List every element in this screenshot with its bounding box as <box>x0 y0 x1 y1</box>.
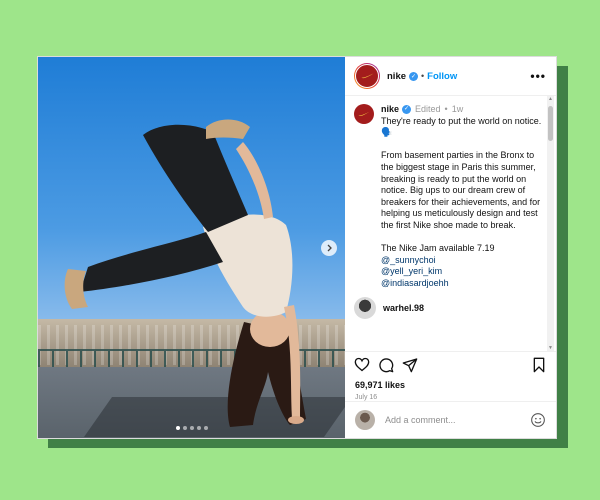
profile-avatar[interactable] <box>354 63 380 89</box>
comment-icon <box>379 357 394 372</box>
comment-username[interactable]: warhel.98 <box>383 303 424 313</box>
comment-input[interactable] <box>383 414 530 426</box>
caption-avatar[interactable] <box>354 104 374 124</box>
action-bar <box>345 351 556 377</box>
scroll-up-icon[interactable]: ▲ <box>547 96 554 102</box>
bookmark-icon <box>533 357 545 372</box>
follow-button[interactable]: Follow <box>427 71 457 82</box>
heart-icon <box>354 357 370 372</box>
mention-link[interactable]: @_sunnychoi <box>381 255 542 267</box>
post-sidebar: nike ✓ • Follow ••• nike ✓ Edited • 1w T… <box>345 57 556 438</box>
verified-badge-icon: ✓ <box>402 105 412 115</box>
mention-link[interactable]: @indiasardjoehh <box>381 278 542 290</box>
caption-availability: The Nike Jam available 7.19 <box>381 243 495 254</box>
carousel-dot <box>182 426 187 430</box>
instagram-post: nike ✓ • Follow ••• nike ✓ Edited • 1w T… <box>37 56 557 439</box>
carousel-indicator <box>38 426 345 430</box>
scroll-down-icon[interactable]: ▼ <box>547 345 554 351</box>
carousel-dot <box>203 426 208 430</box>
header-username[interactable]: nike <box>387 71 406 82</box>
comments-scrollbar[interactable]: ▲ ▼ <box>547 96 554 351</box>
like-button[interactable] <box>353 356 371 374</box>
share-button[interactable] <box>401 356 419 374</box>
send-icon <box>402 357 418 372</box>
next-slide-button[interactable] <box>321 240 337 256</box>
post-header: nike ✓ • Follow ••• <box>345 57 556 96</box>
save-button[interactable] <box>530 356 548 374</box>
likes-count[interactable]: 69,971 likes <box>345 377 556 390</box>
more-options-icon[interactable]: ••• <box>530 69 546 83</box>
caption-paragraph: From basement parties in the Bronx to th… <box>381 150 541 230</box>
user-avatar <box>355 410 375 430</box>
commenter-avatar[interactable] <box>354 296 376 319</box>
carousel-dot <box>189 426 194 430</box>
emoji-icon[interactable] <box>530 412 546 428</box>
mention-link[interactable]: @yell_yeri_kim <box>381 266 542 278</box>
add-comment-bar <box>345 401 556 438</box>
caption-text: nike ✓ Edited • 1w They're ready to put … <box>381 104 542 290</box>
nike-swoosh-icon <box>361 73 373 79</box>
breakdancer-figure <box>64 119 306 427</box>
caption: nike ✓ Edited • 1w They're ready to put … <box>354 104 542 290</box>
post-date: July 16 <box>355 394 378 401</box>
caption-time: 1w <box>451 104 464 114</box>
nike-swoosh-icon <box>358 111 370 116</box>
scrollbar-thumb[interactable] <box>548 106 553 141</box>
chevron-right-icon <box>327 244 332 252</box>
edited-label: Edited <box>415 104 441 114</box>
caption-dot: • <box>444 104 448 114</box>
comments-panel[interactable]: nike ✓ Edited • 1w They're ready to put … <box>345 96 556 351</box>
verified-badge-icon: ✓ <box>409 71 419 81</box>
header-separator: • <box>421 71 425 81</box>
comment-button[interactable] <box>377 356 395 374</box>
post-image[interactable] <box>38 57 345 438</box>
carousel-dot <box>175 426 180 430</box>
caption-username[interactable]: nike <box>381 104 399 116</box>
caption-line1: They're ready to put the world on notice… <box>381 115 542 138</box>
carousel-dot <box>196 426 201 430</box>
comment-item: warhel.98 <box>354 296 542 319</box>
